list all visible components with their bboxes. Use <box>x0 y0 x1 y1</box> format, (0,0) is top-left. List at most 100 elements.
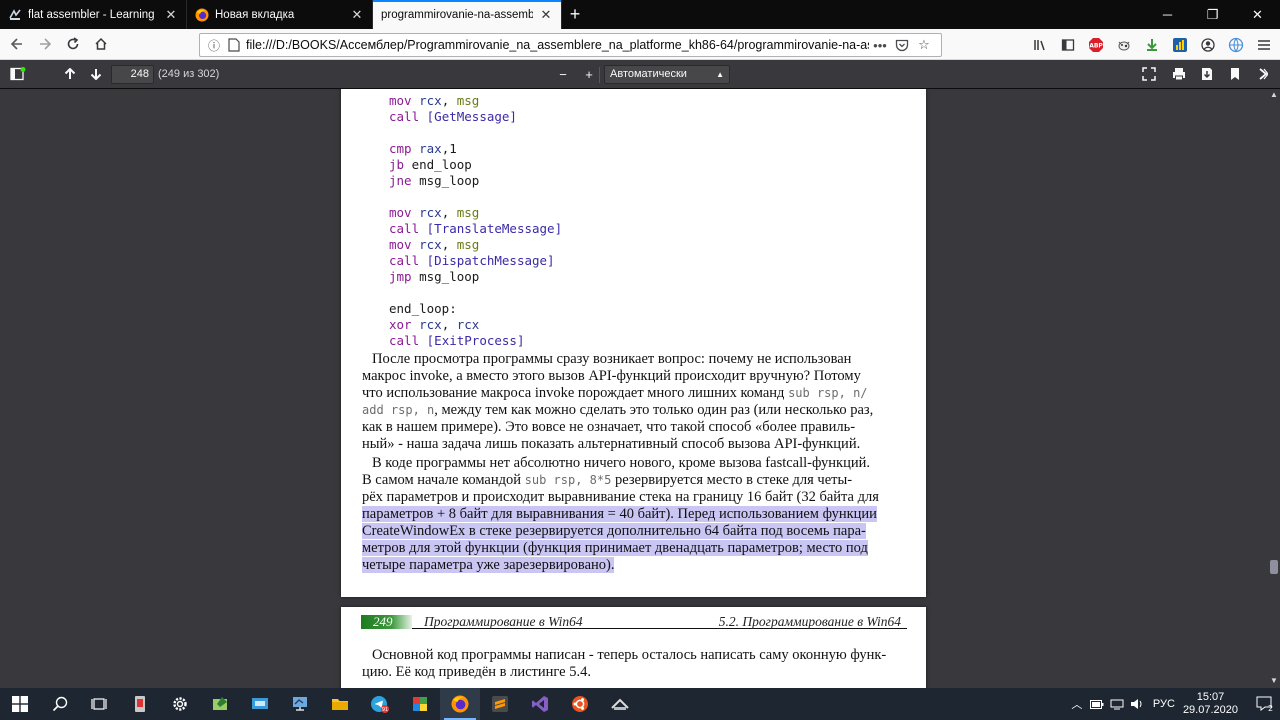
start-button[interactable] <box>0 688 40 720</box>
scrollbar-thumb[interactable] <box>1270 560 1278 574</box>
scroll-up-arrow-icon[interactable]: ▲ <box>1270 91 1278 99</box>
page-number-input[interactable]: 248 <box>111 65 154 84</box>
bookmark-icon[interactable] <box>1222 62 1248 86</box>
extension-cow-icon[interactable] <box>1112 33 1136 57</box>
file-explorer-icon[interactable] <box>320 688 360 720</box>
account-icon[interactable] <box>1196 33 1220 57</box>
sublime-text-icon[interactable] <box>480 688 520 720</box>
tab-pdf[interactable]: programmirovanie-na-assemblere ✕ <box>373 0 562 29</box>
tab-label: programmirovanie-na-assemblere <box>381 8 533 21</box>
taskbar-app-winrar-icon[interactable] <box>400 688 440 720</box>
text-line: что использование макроса invoke порожда… <box>362 385 868 401</box>
text-line: четыре параметра уже зарезервировано). <box>362 557 907 574</box>
next-page-icon[interactable] <box>83 62 109 86</box>
presentation-mode-icon[interactable] <box>1136 62 1162 86</box>
paragraph-window-function: Основной код программы написан - теперь … <box>362 647 907 681</box>
system-tray: ︿ РУС 15:07 29.07.2020 2 <box>1067 688 1280 720</box>
adblock-icon[interactable]: ABP <box>1084 33 1108 57</box>
forward-icon[interactable] <box>32 31 58 57</box>
taskbar-app-package-icon[interactable] <box>120 688 160 720</box>
toggle-sidebar-icon[interactable] <box>5 62 31 86</box>
code-line: mov rcx, msg <box>389 205 480 220</box>
chevron-up-icon[interactable]: ︿ <box>1067 688 1087 720</box>
pdf-toolbar-actions <box>1136 62 1280 86</box>
notifications-button[interactable]: 2 <box>1250 688 1280 720</box>
network-icon[interactable] <box>1107 688 1127 720</box>
clock-date: 29.07.2020 <box>1182 704 1238 716</box>
header-section: 5.2. Программирование в Win64 <box>718 614 901 629</box>
taskbar-app-paint-icon[interactable] <box>200 688 240 720</box>
visual-studio-icon[interactable] <box>520 688 560 720</box>
home-icon[interactable] <box>88 31 114 57</box>
volume-icon[interactable] <box>1127 688 1147 720</box>
tab-new-tab[interactable]: Новая вкладка ✕ <box>187 0 373 29</box>
language-indicator[interactable]: РУС <box>1153 698 1175 710</box>
close-tab-icon[interactable]: ✕ <box>350 7 364 22</box>
address-bar[interactable]: ⓘ file:///D:/BOOKS/Ассемблер/Programmiro… <box>199 33 942 57</box>
tab-flat-assembler[interactable]: flat assembler - Learning binary ✕ <box>0 0 187 29</box>
menu-icon[interactable] <box>1252 33 1276 57</box>
save-icon[interactable] <box>1194 62 1220 86</box>
site-info-icon[interactable]: ⓘ <box>206 37 222 53</box>
close-window-icon[interactable]: ✕ <box>1235 0 1280 29</box>
taskbar-app-network-icon[interactable] <box>600 688 640 720</box>
zoom-in-button[interactable]: + <box>576 62 602 86</box>
pdf-page-248: mov rcx, msg call [GetMessage] cmp rax,1 jb… <box>341 89 926 597</box>
scroll-down-arrow-icon[interactable]: ▼ <box>1270 677 1278 685</box>
back-icon[interactable] <box>4 31 30 57</box>
code-line: mov rcx, msg <box>389 93 480 108</box>
minimize-icon[interactable]: ─ <box>1145 0 1190 29</box>
zoom-out-button[interactable]: − <box>550 62 576 86</box>
page-actions-icon[interactable]: ••• <box>869 35 891 55</box>
selected-text: CreateWindowEx в стеке резервируется доп… <box>362 523 866 539</box>
url-text[interactable]: file:///D:/BOOKS/Ассемблер/Programmirova… <box>246 38 869 52</box>
download-helper-icon[interactable] <box>1140 33 1164 57</box>
vertical-scrollbar[interactable]: ▲ ▼ <box>1268 89 1280 688</box>
tools-menu-icon[interactable] <box>1250 62 1276 86</box>
page-count-label: (249 из 302) <box>158 68 220 80</box>
notification-count: 2 <box>1268 704 1273 712</box>
clock[interactable]: 15:07 29.07.2020 <box>1183 691 1238 717</box>
ubuntu-icon[interactable] <box>560 688 600 720</box>
code-line: call [GetMessage] <box>389 109 517 124</box>
code-listing: mov rcx, msg call [GetMessage] cmp rax,1 jb… <box>389 89 562 349</box>
print-icon[interactable] <box>1166 62 1192 86</box>
search-icon[interactable] <box>40 688 80 720</box>
battery-icon[interactable] <box>1087 688 1107 720</box>
translate-icon[interactable] <box>1224 33 1248 57</box>
zoom-select[interactable]: Автоматически ▲▼ <box>604 65 730 96</box>
text-line: параметров + 8 байт для выравнивания = 4… <box>362 506 907 523</box>
library-icon[interactable] <box>1028 33 1052 57</box>
text-line: как в нашем примере). Это вовсе не означ… <box>362 419 856 435</box>
text-line: цию. Её код приведён в листинге 5.4. <box>362 664 591 680</box>
sidebar-icon[interactable] <box>1056 33 1080 57</box>
code-line: mov rcx, msg <box>389 237 480 252</box>
telegram-icon[interactable]: 91 <box>360 688 400 720</box>
previous-page-icon[interactable] <box>57 62 83 86</box>
taskbar-app-remote-desktop-icon[interactable] <box>240 688 280 720</box>
selected-text: четыре параметра уже зарезервировано). <box>362 557 615 573</box>
restore-icon[interactable]: ❐ <box>1190 0 1235 29</box>
new-tab-button[interactable]: + <box>562 0 588 29</box>
taskbar-app-monitor-icon[interactable] <box>280 688 320 720</box>
tab-label: Новая вкладка <box>215 8 295 21</box>
close-tab-icon[interactable]: ✕ <box>164 7 178 22</box>
pocket-icon[interactable] <box>891 35 913 55</box>
close-tab-icon[interactable]: ✕ <box>539 7 553 22</box>
pdf-viewer[interactable]: mov rcx, msg call [GetMessage] cmp rax,1 jb… <box>0 89 1268 688</box>
selected-text: метров для этой функции (функция принима… <box>362 540 868 556</box>
extensions-toolbar: ABP <box>1028 29 1280 60</box>
text-line: CreateWindowEx в стеке резервируется доп… <box>362 523 907 540</box>
text-line: Основной код программы написан - теперь … <box>372 647 887 663</box>
firefox-taskbar-icon[interactable] <box>440 688 480 720</box>
code-line: jmp msg_loop <box>389 269 480 284</box>
task-view-icon[interactable] <box>80 688 120 720</box>
bookmark-star-icon[interactable]: ☆ <box>913 35 935 55</box>
extension-chart-icon[interactable] <box>1168 33 1192 57</box>
reload-icon[interactable] <box>60 31 86 57</box>
code-line: call [DispatchMessage] <box>389 253 555 268</box>
settings-gear-icon[interactable] <box>160 688 200 720</box>
firefox-icon <box>195 8 209 22</box>
